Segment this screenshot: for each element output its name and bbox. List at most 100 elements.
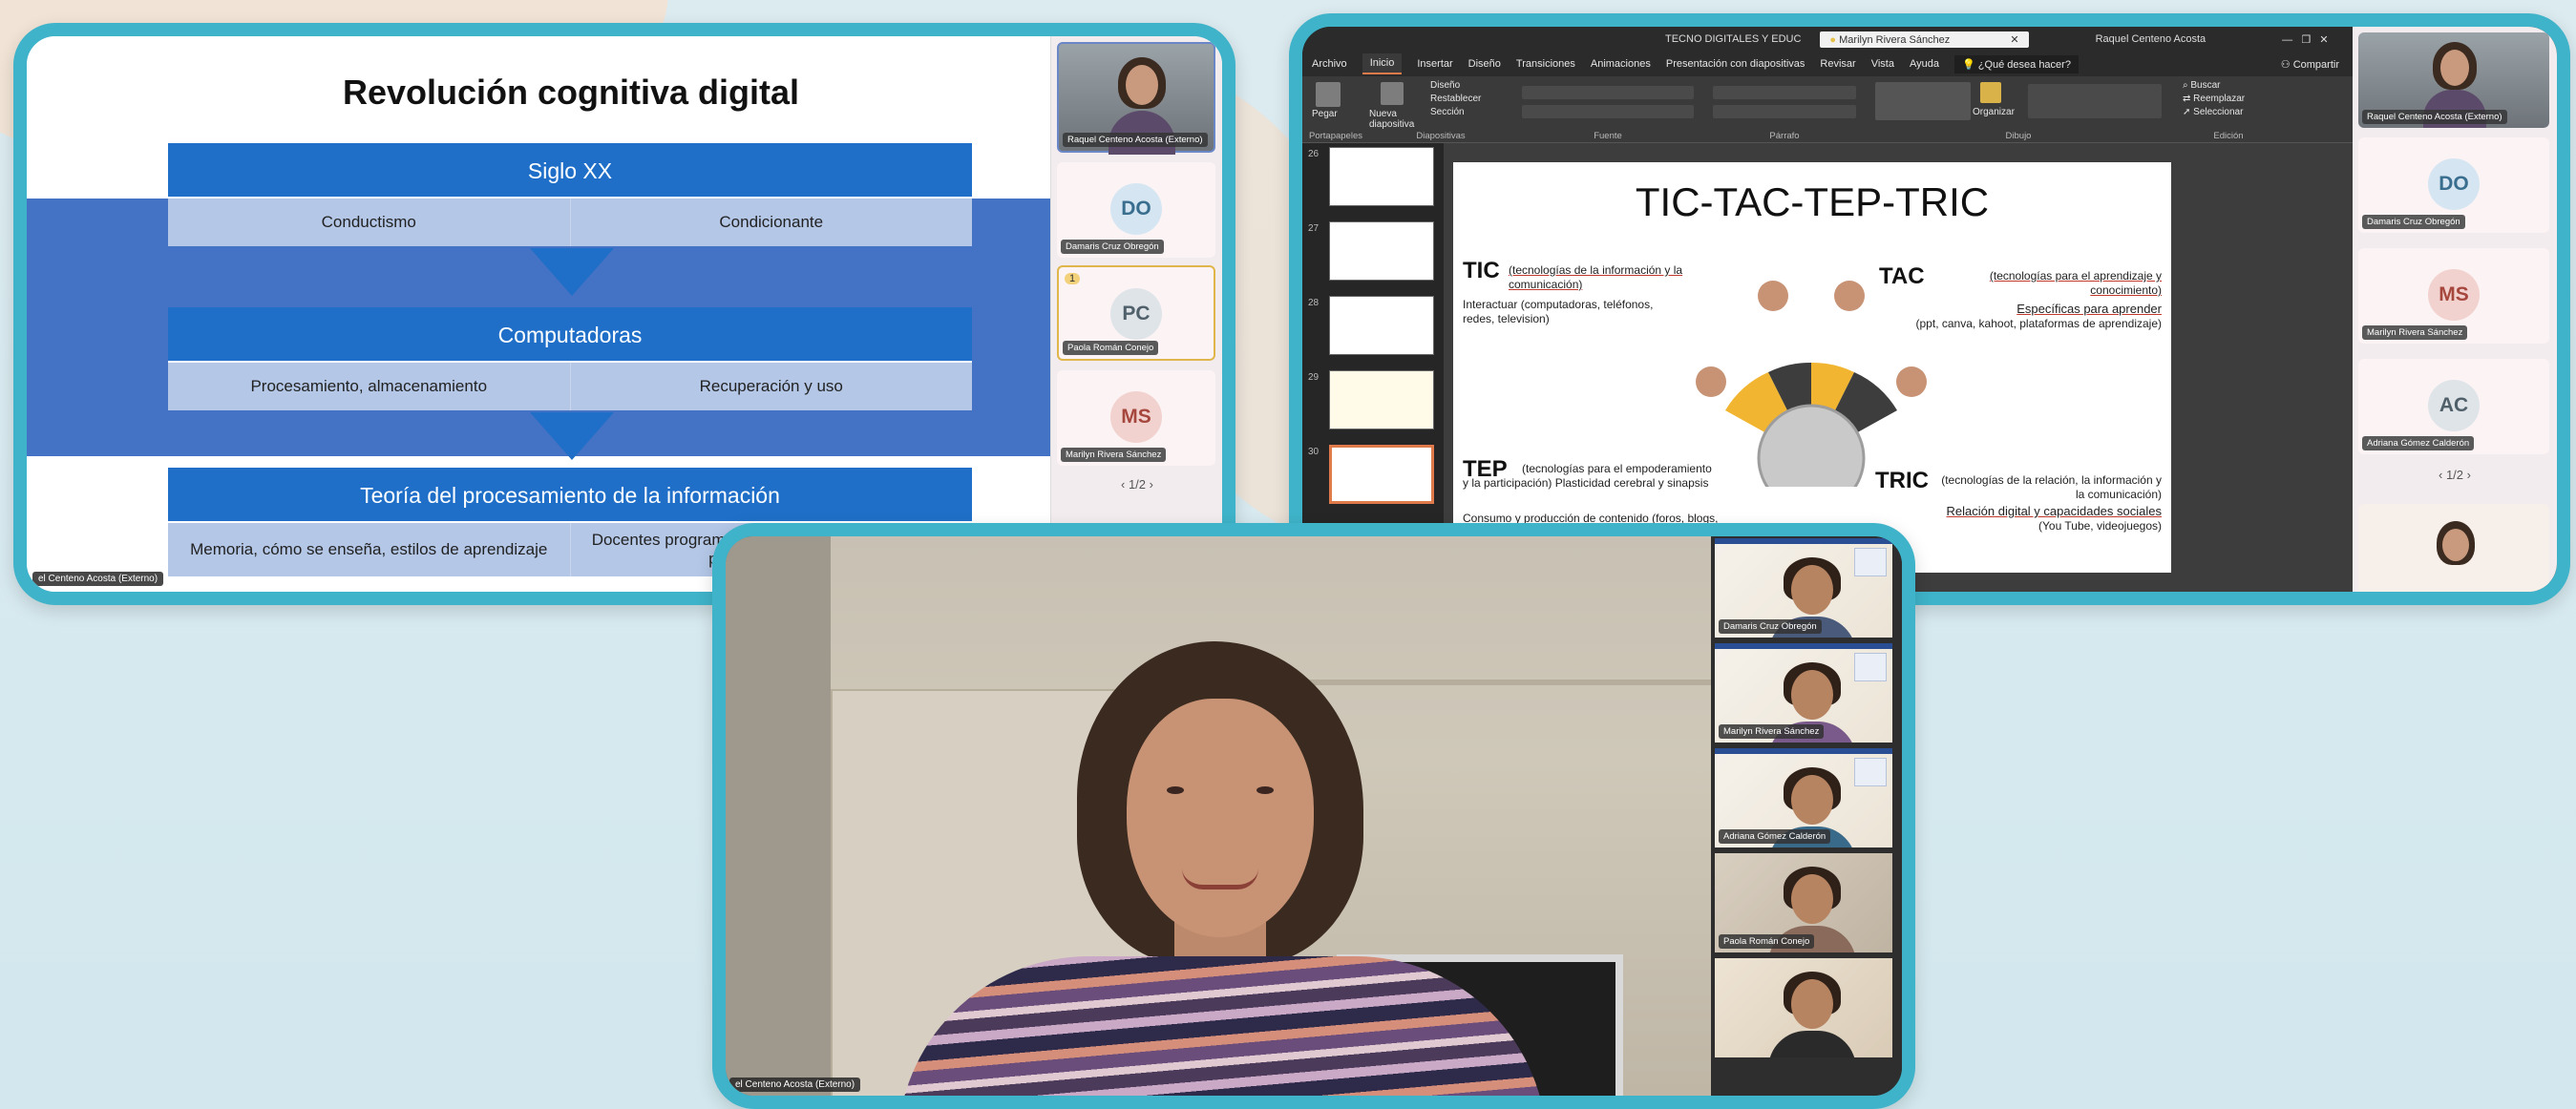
participant-video[interactable] [1715,958,1892,1057]
participant-video[interactable]: Marilyn Rivera Sánchez [1715,643,1892,743]
close-icon[interactable]: ✕ [2010,34,2018,46]
group-label: Portapapeles [1309,131,1362,141]
slide-tic-tac[interactable]: TIC-TAC-TEP-TRIC TIC (tecnologías de la … [1453,162,2171,573]
chevron-right-icon[interactable]: › [1150,477,1153,492]
ribbon-group-edicion: ⌕ Buscar ⇄ Reemplazar ➚ Seleccionar Edic… [2171,76,2286,143]
window-controls[interactable]: — ❐ ✕ [2282,33,2328,46]
tab-insertar[interactable]: Insertar [1417,58,1452,70]
tac-text: Específicas para aprender [2016,302,2162,316]
main-video[interactable]: el Centeno Acosta (Externo) [726,536,1719,1096]
arrange-button[interactable]: Organizar [1973,107,2015,117]
participant-tile-presenter[interactable]: Raquel Centeno Acosta (Externo) [1057,42,1215,155]
participant-name: Raquel Centeno Acosta (Externo) [1063,133,1208,147]
share-indicator[interactable]: ● Marilyn Rivera Sánchez ✕ [1820,31,2029,48]
thumb-number: 29 [1308,372,1320,383]
tab-archivo[interactable]: Archivo [1312,58,1347,70]
tab-revisar[interactable]: Revisar [1820,58,1855,70]
thumb-number: 30 [1308,447,1320,457]
participant-video[interactable]: Adriana Gómez Calderón [1715,748,1892,847]
quick-styles[interactable] [2028,84,2162,118]
block-header: Siglo XX [168,143,972,199]
participant-tile-active[interactable]: 1 PC Paola Román Conejo [1057,265,1215,361]
chevron-right-icon[interactable]: › [2467,468,2471,482]
alignment-controls[interactable] [1713,105,1856,118]
paragraph-controls[interactable] [1713,86,1856,99]
tab-inicio[interactable]: Inicio [1362,53,1403,74]
screenshot-frame-presentation: Revolución cognitiva digital Siglo XX Co… [13,23,1235,605]
participant-name: Paola Román Conejo [1719,934,1815,949]
background-door [726,536,831,1096]
person-icon [1696,366,1726,397]
tac-text: (ppt, canva, kahoot, plataformas de apre… [1915,317,2162,330]
paste-button[interactable]: Pegar [1312,109,1338,119]
ribbon-group-parrafo: Párrafo [1703,76,1866,143]
group-label: Dibujo [2005,131,2032,141]
section-button[interactable]: Sección [1430,107,1465,117]
participant-video[interactable]: Damaris Cruz Obregón [1715,538,1892,638]
slide-thumbnail[interactable] [1329,370,1434,429]
tab-diseno[interactable]: Diseño [1468,58,1501,70]
chevron-left-icon[interactable]: ‹ [1121,477,1125,492]
zoom-level[interactable]: 72 % [2321,596,2343,606]
participant-tile[interactable]: DO Damaris Cruz Obregón [1057,162,1215,258]
slide-thumbnail[interactable] [1329,147,1434,206]
speaker-face [1127,699,1314,937]
tell-me-search[interactable]: 💡 ¿Qué desea hacer? [1953,54,2079,73]
avatar: DO [2428,158,2480,210]
search-hint: ¿Qué desea hacer? [1977,58,2071,71]
slide-thumbnail[interactable] [1329,221,1434,281]
logo-badge [1854,548,1887,576]
tab-presentacion[interactable]: Presentación con diapositivas [1666,58,1805,70]
shapes-gallery[interactable] [1875,82,1971,120]
pagination[interactable]: ‹ 1/2 › [1051,477,1222,492]
participant-tile[interactable]: MS Marilyn Rivera Sánchez [2358,248,2549,344]
arrange-icon[interactable] [1980,82,2001,103]
speaker-eye [1256,786,1274,794]
participant-name: Adriana Gómez Calderón [2362,436,2475,450]
participant-tile[interactable]: AC Adriana Gómez Calderón [2358,359,2549,454]
pagination[interactable]: ‹ 1/2 › [2353,468,2557,482]
chevron-left-icon[interactable]: ‹ [2439,468,2442,482]
tab-transiciones[interactable]: Transiciones [1516,58,1575,70]
reset-button[interactable]: Restablecer [1430,94,1481,104]
new-slide-icon[interactable] [1381,82,1404,105]
tab-animaciones[interactable]: Animaciones [1591,58,1651,70]
paste-icon[interactable] [1316,82,1341,107]
font-format-controls[interactable] [1522,105,1694,118]
slide-thumbnail[interactable] [1329,296,1434,355]
block-siglo-xx: Siglo XX Conductismo Condicionante [168,143,972,246]
participant-name: Adriana Gómez Calderón [1719,829,1831,844]
comments-button[interactable]: Comentarios [2254,596,2309,606]
ribbon-group-fuente: Fuente [1512,76,1703,143]
slide-revolucion: Revolución cognitiva digital Siglo XX Co… [27,36,1050,592]
find-button[interactable]: ⌕ Buscar [2183,80,2221,91]
participant-video[interactable]: Paola Román Conejo [1715,853,1892,952]
block-cell: Procesamiento, almacenamiento [250,377,488,395]
select-button[interactable]: ➚ Seleccionar [2183,107,2243,117]
account-name[interactable]: Raquel Centeno Acosta [2096,33,2206,45]
lightbulb-icon: 💡 [1961,58,1975,71]
thumb-number: 26 [1308,149,1320,159]
arrow-down-icon [530,412,614,460]
replace-button[interactable]: ⇄ Reemplazar [2183,94,2245,104]
slide-thumbnail-selected[interactable] [1329,445,1434,504]
presenter-name-tag: el Centeno Acosta (Externo) [729,1078,861,1092]
tab-vista[interactable]: Vista [1871,58,1894,70]
avatar: MS [1110,391,1162,443]
avatar: AC [2428,380,2480,431]
font-selector[interactable] [1522,86,1694,99]
block-cell: Conductismo [321,213,416,231]
screenshot-frame-powerpoint: TECNO DIGITALES Y EDUC ● Marilyn Rivera … [1289,13,2570,605]
participant-tile-presenter[interactable]: Raquel Centeno Acosta (Externo) [2358,32,2549,128]
layout-button[interactable]: Diseño [1430,80,1460,91]
participant-tile[interactable]: DO Damaris Cruz Obregón [2358,137,2549,233]
share-user: Marilyn Rivera Sánchez [1839,33,1951,46]
person-icon: ⚇ [2280,58,2291,71]
participant-tile[interactable]: MS Marilyn Rivera Sánchez [1057,370,1215,466]
participant-tile[interactable] [2358,504,2549,592]
new-slide-button[interactable]: Nueva diapositiva [1369,109,1426,130]
share-button[interactable]: ⚇ Compartir [2281,58,2339,71]
notes-button[interactable]: Notas [2215,596,2240,606]
tab-ayuda[interactable]: Ayuda [1910,58,1939,70]
participants-strip: Damaris Cruz Obregón Marilyn Rivera Sánc… [1711,536,1902,1096]
